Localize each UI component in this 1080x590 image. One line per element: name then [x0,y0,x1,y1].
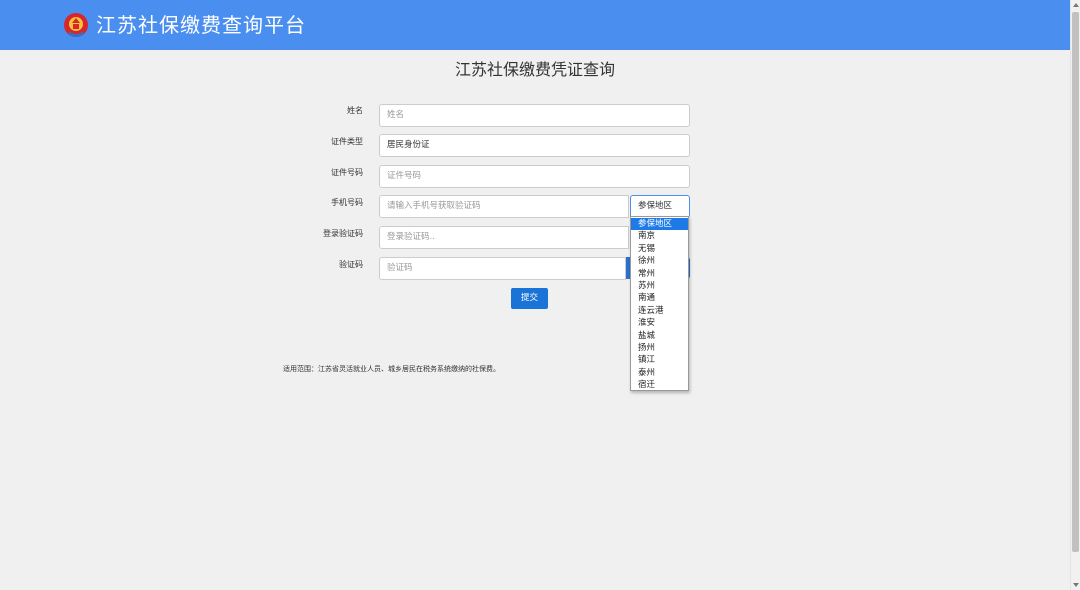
region-option[interactable]: 盐城 [631,330,688,342]
region-option[interactable]: 扬州 [631,342,688,354]
region-select[interactable]: 参保地区 [630,195,690,218]
login-code-input[interactable]: 登录验证码.. [379,226,629,249]
captcha-input[interactable]: 验证码 [379,257,626,280]
region-option[interactable]: 连云港 [631,305,688,317]
phone-input[interactable]: 请输入手机号获取验证码 [379,195,629,218]
name-label: 姓名 [347,106,363,115]
region-option[interactable]: 徐州 [631,255,688,267]
region-option[interactable]: 南京 [631,230,688,242]
scroll-up-icon[interactable] [1073,3,1079,7]
tax-emblem-icon [64,13,88,37]
id-number-input[interactable]: 证件号码 [379,165,690,188]
region-option[interactable]: 无锡 [631,243,688,255]
captcha-label: 验证码 [339,260,363,269]
page-header: 江苏社保缴费查询平台 [0,0,1070,50]
phone-label: 手机号码 [331,198,363,207]
scope-note: 适用范围：江苏省灵活就业人员、城乡居民在税务系统缴纳的社保费。 [283,365,500,373]
region-option[interactable]: 宿迁 [631,379,688,391]
region-option[interactable]: 淮安 [631,317,688,329]
region-option[interactable]: 常州 [631,268,688,280]
scroll-down-icon[interactable] [1073,583,1079,587]
region-option[interactable]: 参保地区 [631,218,688,231]
login-code-label: 登录验证码 [323,229,363,238]
region-option[interactable]: 泰州 [631,367,688,379]
id-type-select[interactable]: 居民身份证 [379,134,690,157]
region-option[interactable]: 苏州 [631,280,688,292]
id-number-label: 证件号码 [331,168,363,177]
region-dropdown[interactable]: 参保地区 南京 无锡 徐州 常州 苏州 南通 连云港 淮安 盐城 扬州 镇江 泰… [630,216,689,391]
site-title: 江苏社保缴费查询平台 [96,13,306,37]
id-type-label: 证件类型 [331,137,363,146]
region-option[interactable]: 南通 [631,292,688,304]
scroll-thumb[interactable] [1072,12,1079,552]
page-scrollbar[interactable] [1070,0,1080,590]
name-input[interactable]: 姓名 [379,104,690,127]
submit-button[interactable]: 提交 [511,288,548,309]
region-option[interactable]: 镇江 [631,354,688,366]
page-title: 江苏社保缴费凭证查询 [454,60,615,79]
